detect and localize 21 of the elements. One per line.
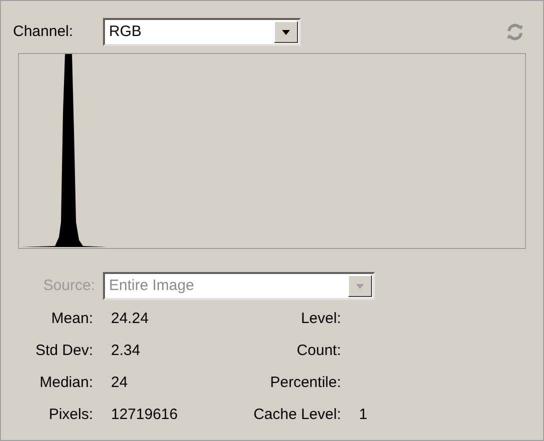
stat-label: Median: bbox=[38, 373, 93, 393]
stat-label: Mean: bbox=[50, 309, 93, 329]
stat-label: Level: bbox=[300, 309, 341, 329]
dropdown-button[interactable] bbox=[348, 275, 372, 297]
channel-label: Channel: bbox=[13, 22, 74, 42]
stat-label: Pixels: bbox=[48, 405, 93, 425]
source-label: Source: bbox=[42, 276, 96, 296]
stat-value: 1 bbox=[358, 405, 368, 425]
caret-icon bbox=[356, 284, 364, 288]
stat-label: Std Dev: bbox=[34, 341, 93, 361]
stat-value: 2.34 bbox=[110, 341, 142, 361]
source-dropdown: Entire Image bbox=[103, 272, 375, 300]
stat-label: Percentile: bbox=[269, 373, 341, 393]
caret-icon bbox=[282, 30, 290, 34]
stat-value: 24 bbox=[110, 373, 129, 393]
dropdown-button[interactable] bbox=[274, 21, 298, 43]
stat-label: Count: bbox=[296, 341, 341, 361]
stat-value: 24.24 bbox=[110, 309, 150, 329]
channel-dropdown[interactable]: RGB bbox=[103, 18, 301, 46]
stat-label: Cache Level: bbox=[252, 405, 341, 425]
stat-value: 12719616 bbox=[110, 405, 179, 425]
